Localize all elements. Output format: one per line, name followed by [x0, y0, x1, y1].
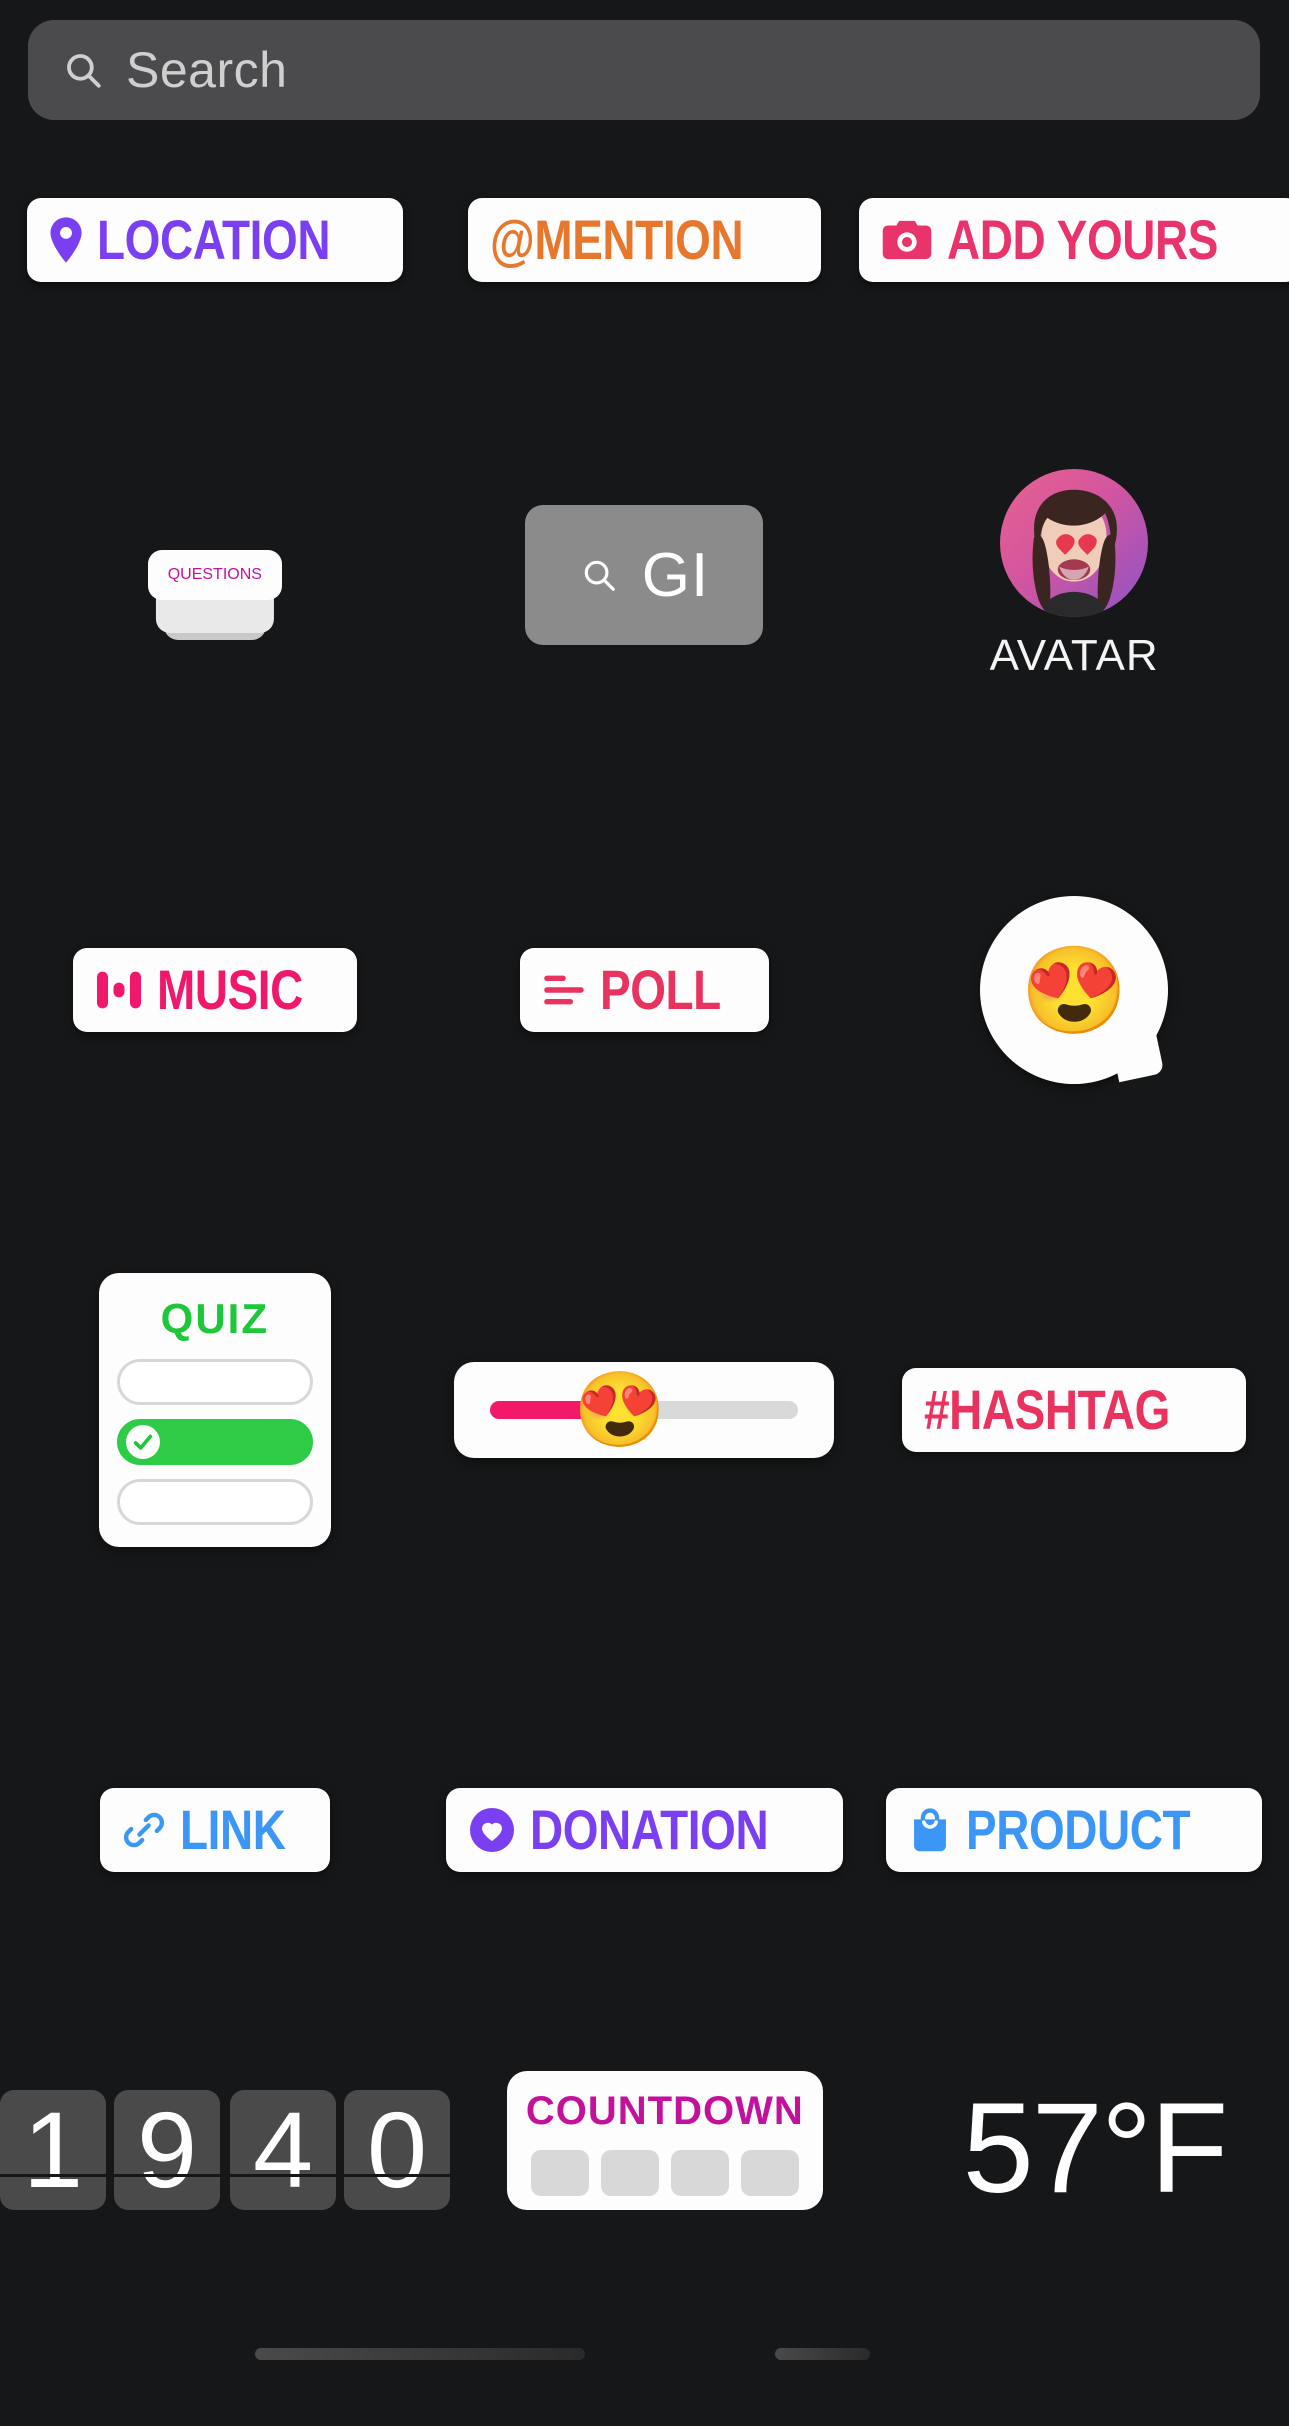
sticker-countdown[interactable]: COUNTDOWN [506, 2071, 823, 2210]
sticker-avatar-label: AVATAR [989, 631, 1159, 680]
sticker-product[interactable]: PRODUCT [886, 1788, 1262, 1872]
sticker-music-label: MUSIC [156, 958, 303, 1021]
sticker-gif-label: GI [641, 540, 710, 610]
sticker-cell-clock: 1 9 4 0 [0, 2090, 450, 2210]
clock-digit: 0 [344, 2090, 450, 2210]
countdown-tile [740, 2150, 799, 2196]
check-icon [125, 1425, 160, 1459]
sticker-hashtag-label: #HASHTAG [924, 1378, 1171, 1441]
shopping-bag-icon [908, 1807, 952, 1853]
clock-digit: 4 [230, 2090, 336, 2210]
search-icon [584, 560, 615, 591]
sticker-location-label: LOCATION [96, 208, 331, 271]
sticker-cell-link: LINK [0, 1788, 430, 1872]
sticker-temperature[interactable]: 57°F [963, 2085, 1229, 2213]
chain-link-icon [122, 1808, 166, 1852]
divider-right [775, 2348, 870, 2360]
search-icon [67, 54, 101, 88]
sticker-emoji-slider[interactable]: 😍 [454, 1362, 835, 1458]
sticker-donation-label: DONATION [530, 1798, 769, 1861]
sticker-cell-reaction: 😍 [859, 896, 1289, 1084]
sticker-grid: LOCATION @MENTION ADD YOURS QUESTIONS GI… [0, 120, 1289, 2213]
sticker-cell-mention: @MENTION [430, 198, 860, 282]
sticker-cell-music: MUSIC [0, 948, 430, 1032]
heart-circle-icon [468, 1806, 516, 1854]
sticker-row-3: MUSIC POLL 😍 [0, 790, 1289, 1190]
sticker-tray-screen: Search LOCATION @MENTION ADD YOURS QUEST… [0, 0, 1289, 2426]
avatar-face-icon [1032, 489, 1118, 617]
countdown-tile [600, 2150, 659, 2196]
sticker-poll-label: POLL [599, 958, 721, 1021]
sticker-cell-poll: POLL [430, 948, 860, 1032]
sticker-cell-hashtag: #HASHTAG [859, 1368, 1289, 1452]
sticker-cell-questions: QUESTIONS [0, 550, 430, 640]
sticker-quiz[interactable]: QUIZ [98, 1273, 331, 1547]
equalizer-icon [95, 968, 143, 1012]
countdown-tile [670, 2150, 729, 2196]
quiz-option[interactable] [116, 1359, 313, 1405]
slider-thumb-emoji-icon[interactable]: 😍 [574, 1373, 666, 1447]
sticker-add-yours-label: ADD YOURS [947, 208, 1219, 271]
sticker-cell-avatar: AVATAR [859, 469, 1289, 681]
sticker-row-4: QUIZ 😍 #HASHTAG [0, 1190, 1289, 1630]
sticker-clock[interactable]: 1 9 4 0 [0, 2090, 450, 2210]
sticker-location[interactable]: LOCATION [26, 198, 403, 282]
quiz-option[interactable] [116, 1479, 313, 1525]
sticker-poll[interactable]: POLL [519, 948, 770, 1032]
sticker-emoji-reaction[interactable]: 😍 [980, 896, 1169, 1084]
sticker-cell-temperature: 57°F [880, 2085, 1289, 2213]
divider-left [255, 2348, 585, 2360]
sticker-cell-donation: DONATION [430, 1788, 860, 1872]
sticker-row-2: QUESTIONS GI AVATAR [0, 360, 1289, 790]
sticker-questions-label: QUESTIONS [167, 566, 262, 583]
camera-icon [881, 219, 933, 261]
sticker-product-label: PRODUCT [966, 1798, 1191, 1861]
sticker-link[interactable]: LINK [99, 1788, 331, 1872]
sticker-row-5: LINK DONATION PRODUCT [0, 1630, 1289, 2030]
search-placeholder: Search [126, 42, 288, 98]
sticker-cell-slider: 😍 [430, 1362, 860, 1458]
sticker-row-6: 1 9 4 0 COUNTDOWN 57°F [0, 2030, 1289, 2213]
questions-card-front: QUESTIONS [147, 550, 282, 600]
sticker-gif[interactable]: GI [525, 505, 764, 645]
sticker-cell-add-yours: ADD YOURS [859, 198, 1289, 282]
countdown-tile [530, 2150, 589, 2196]
sticker-add-yours[interactable]: ADD YOURS [859, 198, 1289, 282]
sticker-link-label: LINK [179, 1798, 286, 1861]
sticker-mention-label: @MENTION [490, 208, 744, 271]
avatar [1000, 469, 1149, 617]
sticker-mention[interactable]: @MENTION [468, 198, 821, 282]
heart-eyes-emoji-icon: 😍 [1020, 942, 1128, 1039]
quiz-option-selected[interactable] [116, 1419, 313, 1465]
poll-bars-icon [542, 972, 586, 1008]
sticker-row-1: LOCATION @MENTION ADD YOURS [0, 120, 1289, 360]
clock-digit: 9 [114, 2090, 220, 2210]
sticker-countdown-label: COUNTDOWN [525, 2089, 804, 2133]
sticker-cell-gif: GI [430, 505, 860, 645]
sticker-cell-location: LOCATION [0, 198, 430, 282]
search-input[interactable]: Search [28, 20, 1260, 120]
sticker-avatar[interactable]: AVATAR [990, 469, 1159, 681]
sticker-questions[interactable]: QUESTIONS [147, 550, 282, 640]
quiz-options [116, 1359, 313, 1525]
sticker-quiz-label: QUIZ [160, 1295, 269, 1342]
map-pin-icon [49, 217, 83, 263]
sticker-donation[interactable]: DONATION [446, 1788, 843, 1872]
sticker-hashtag[interactable]: #HASHTAG [902, 1368, 1247, 1452]
sticker-music[interactable]: MUSIC [72, 948, 357, 1032]
sticker-cell-countdown: COUNTDOWN [450, 2071, 880, 2210]
clock-digit: 1 [0, 2090, 106, 2210]
clock-hours: 1 9 [0, 2090, 220, 2210]
sticker-cell-product: PRODUCT [859, 1788, 1289, 1872]
clock-minutes: 4 0 [230, 2090, 450, 2210]
sticker-cell-quiz: QUIZ [0, 1273, 430, 1547]
countdown-tiles [530, 2150, 799, 2196]
